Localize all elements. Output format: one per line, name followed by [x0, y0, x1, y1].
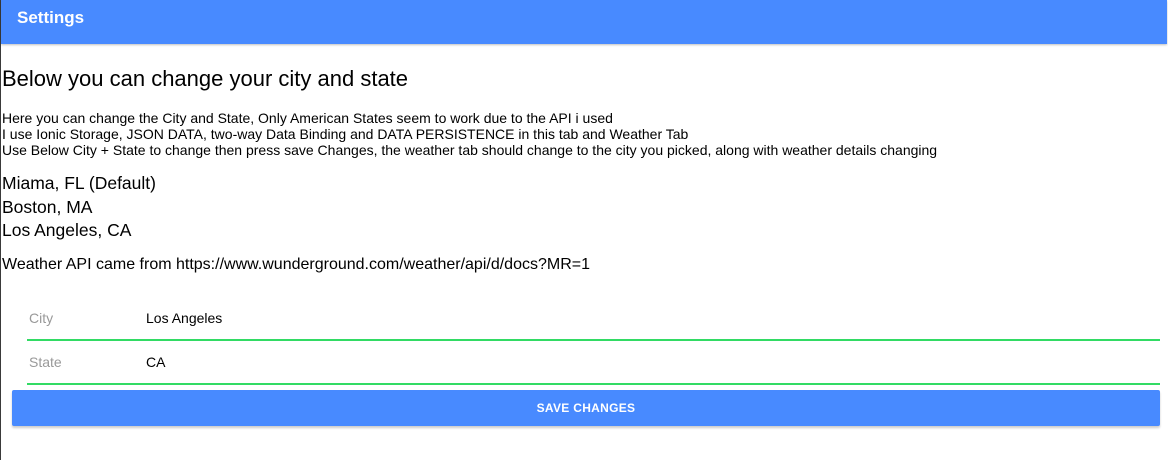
city-input[interactable]	[146, 309, 1046, 326]
api-source-note: Weather API came from https://www.wunder…	[2, 255, 590, 273]
city-list-item: Miama, FL (Default)	[2, 173, 156, 193]
state-input[interactable]	[146, 353, 1046, 370]
page-title: Settings	[17, 8, 85, 27]
save-changes-button[interactable]: SAVE CHANGES	[12, 389, 1160, 426]
settings-form: City State	[27, 297, 1160, 385]
state-label: State	[29, 353, 62, 370]
city-list-item: Los Angeles, CA	[2, 220, 132, 240]
section-heading: Below you can change your city and state	[2, 66, 409, 91]
settings-content: Below you can change your city and state…	[1, 66, 1167, 426]
city-field: City	[27, 297, 1160, 341]
city-label: City	[29, 309, 54, 326]
info-line: Use Below City + State to change then pr…	[2, 142, 938, 158]
header-toolbar: Settings	[1, 0, 1167, 44]
state-field: State	[27, 341, 1160, 385]
app-window: Settings Below you can change your city …	[0, 0, 1167, 460]
info-line: Here you can change the City and State, …	[2, 110, 613, 126]
info-text: Here you can change the City and State, …	[2, 110, 1167, 158]
info-line: I use Ionic Storage, JSON DATA, two-way …	[2, 126, 689, 142]
city-list-item: Boston, MA	[2, 196, 93, 217]
city-list: Miama, FL (Default) Boston, MA Los Angel…	[2, 172, 1167, 243]
